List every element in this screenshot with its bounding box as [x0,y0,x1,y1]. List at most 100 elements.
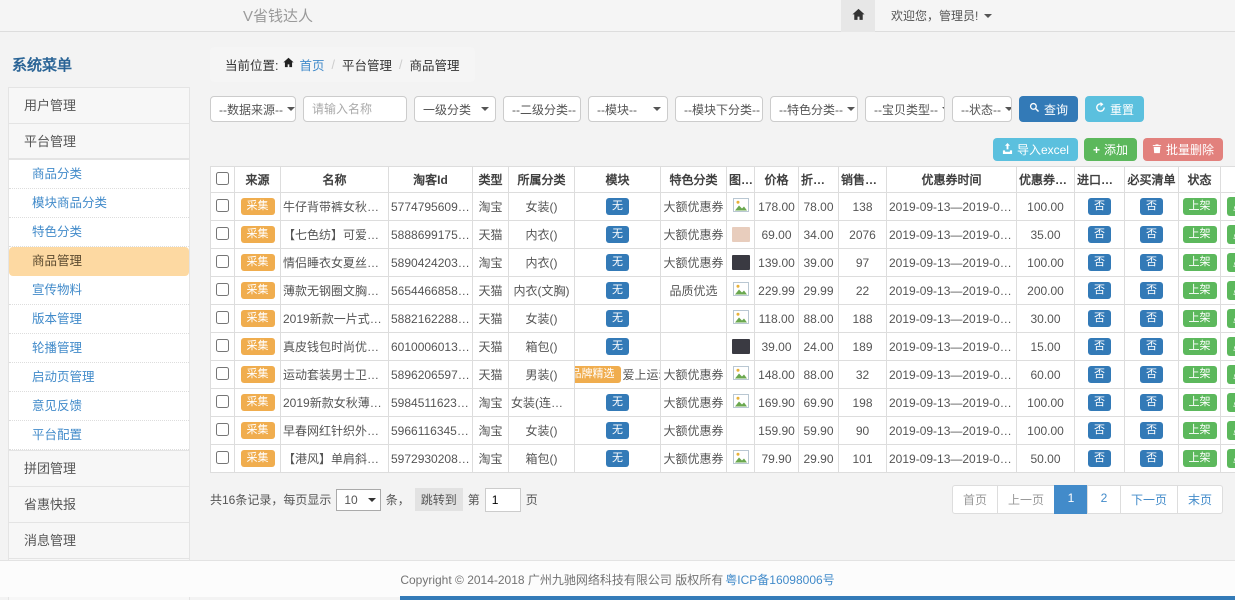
source-badge: 采集 [241,198,275,214]
sidebar-item-6[interactable]: 轮播管理 [9,334,189,363]
edit-button[interactable] [1227,449,1235,468]
product-thumbnail [732,227,750,242]
filter-select-value: --宝贝类型-- [874,101,938,118]
status-badge[interactable]: 上架 [1183,310,1217,326]
status-badge[interactable]: 上架 [1183,450,1217,466]
must-buy-toggle[interactable]: 否 [1140,282,1163,298]
status-badge[interactable]: 上架 [1183,338,1217,354]
import-optimal-toggle[interactable]: 否 [1088,254,1111,270]
row-checkbox[interactable] [216,451,229,464]
filter-select-4[interactable]: --模块-- [588,96,668,122]
table-row: 采集早春网红针织外套女春...596611634525淘宝女装()无大额优惠券1… [211,417,1235,445]
row-checkbox[interactable] [216,227,229,240]
pager-button-5[interactable]: 末页 [1177,485,1223,514]
edit-button[interactable] [1227,253,1235,272]
breadcrumb-separator: / [330,58,337,72]
import-optimal-toggle[interactable]: 否 [1088,394,1111,410]
broken-image-icon [733,201,749,215]
must-buy-toggle[interactable]: 否 [1140,310,1163,326]
import-optimal-toggle[interactable]: 否 [1088,282,1111,298]
must-buy-toggle[interactable]: 否 [1140,226,1163,242]
edit-button[interactable] [1227,225,1235,244]
status-badge[interactable]: 上架 [1183,254,1217,270]
filter-select-3[interactable]: --二级分类-- [503,96,581,122]
query-button[interactable]: 查询 [1019,96,1078,122]
sidebar-item-1[interactable]: 模块商品分类 [9,189,189,218]
edit-button[interactable] [1227,421,1235,440]
reset-button[interactable]: 重置 [1085,96,1144,122]
type-cell: 淘宝 [473,417,509,445]
sidebar-item-2[interactable]: 特色分类 [9,218,189,247]
table-row: 采集2019新款一片式系...588216228899天猫女装()无118.00… [211,305,1235,333]
must-buy-toggle[interactable]: 否 [1140,338,1163,354]
status-badge[interactable]: 上架 [1183,366,1217,382]
name-search-input[interactable] [303,96,407,122]
edit-button[interactable] [1227,281,1235,300]
row-checkbox[interactable] [216,199,229,212]
sidebar-item-3[interactable]: 商品管理 [9,247,189,276]
user-menu[interactable]: 欢迎您，管理员! [891,7,1221,24]
broken-image-icon [733,285,749,299]
edit-button[interactable] [1227,337,1235,356]
import-optimal-toggle[interactable]: 否 [1088,338,1111,354]
sidebar-section-0[interactable]: 用户管理 [8,87,190,123]
filter-select-2[interactable]: 一级分类 [414,96,496,122]
filter-select-6[interactable]: --特色分类-- [770,96,858,122]
row-checkbox[interactable] [216,311,229,324]
breadcrumb-home-link[interactable]: 首页 [299,55,324,74]
sidebar-section-1[interactable]: 平台管理 [8,123,190,159]
row-checkbox[interactable] [216,255,229,268]
must-buy-toggle[interactable]: 否 [1140,394,1163,410]
add-button[interactable]: + 添加 [1084,138,1137,161]
status-badge[interactable]: 上架 [1183,198,1217,214]
pager-button-3[interactable]: 2 [1087,485,1121,514]
filter-select-8[interactable]: --状态-- [952,96,1012,122]
sidebar-section-bottom-1[interactable]: 省惠快报 [8,486,190,522]
filter-select-0[interactable]: --数据来源-- [210,96,296,122]
must-buy-toggle[interactable]: 否 [1140,198,1163,214]
edit-button[interactable] [1227,393,1235,412]
import-optimal-toggle[interactable]: 否 [1088,198,1111,214]
row-checkbox[interactable] [216,339,229,352]
batch-delete-button[interactable]: 批量删除 [1143,138,1223,161]
status-badge[interactable]: 上架 [1183,226,1217,242]
edit-button[interactable] [1227,197,1235,216]
sidebar-section-bottom-2[interactable]: 消息管理 [8,522,190,558]
select-all-checkbox[interactable] [216,172,229,185]
home-button[interactable] [841,0,875,32]
status-badge[interactable]: 上架 [1183,282,1217,298]
import-optimal-toggle[interactable]: 否 [1088,450,1111,466]
edit-button[interactable] [1227,309,1235,328]
sidebar-item-8[interactable]: 意见反馈 [9,392,189,421]
must-buy-toggle[interactable]: 否 [1140,254,1163,270]
row-checkbox[interactable] [216,367,229,380]
must-buy-toggle[interactable]: 否 [1140,366,1163,382]
filter-select-7[interactable]: --宝贝类型-- [865,96,945,122]
sidebar-item-5[interactable]: 版本管理 [9,305,189,334]
sidebar-item-7[interactable]: 启动页管理 [9,363,189,392]
import-optimal-toggle[interactable]: 否 [1088,310,1111,326]
status-badge[interactable]: 上架 [1183,422,1217,438]
must-buy-toggle[interactable]: 否 [1140,450,1163,466]
edit-button[interactable] [1227,365,1235,384]
sidebar-section-bottom-0[interactable]: 拼团管理 [8,450,190,486]
sidebar-item-0[interactable]: 商品分类 [9,160,189,189]
pager-button-2[interactable]: 1 [1054,485,1088,514]
row-checkbox[interactable] [216,395,229,408]
import-optimal-toggle[interactable]: 否 [1088,422,1111,438]
filter-select-5[interactable]: --模块下分类-- [675,96,763,122]
row-checkbox[interactable] [216,423,229,436]
pager-button-4[interactable]: 下一页 [1120,485,1178,514]
must-buy-toggle[interactable]: 否 [1140,422,1163,438]
sidebar-item-4[interactable]: 宣传物料 [9,276,189,305]
icp-link[interactable]: 粤ICP备16098006号 [725,571,834,588]
import-excel-button[interactable]: 导入excel [993,138,1078,161]
import-optimal-toggle[interactable]: 否 [1088,226,1111,242]
import-optimal-toggle[interactable]: 否 [1088,366,1111,382]
row-checkbox[interactable] [216,283,229,296]
status-badge[interactable]: 上架 [1183,394,1217,410]
category-cell: 女装() [509,417,575,445]
sidebar-item-9[interactable]: 平台配置 [9,421,189,450]
page-number-input[interactable] [485,488,521,512]
per-page-select[interactable]: 10 [336,489,380,511]
